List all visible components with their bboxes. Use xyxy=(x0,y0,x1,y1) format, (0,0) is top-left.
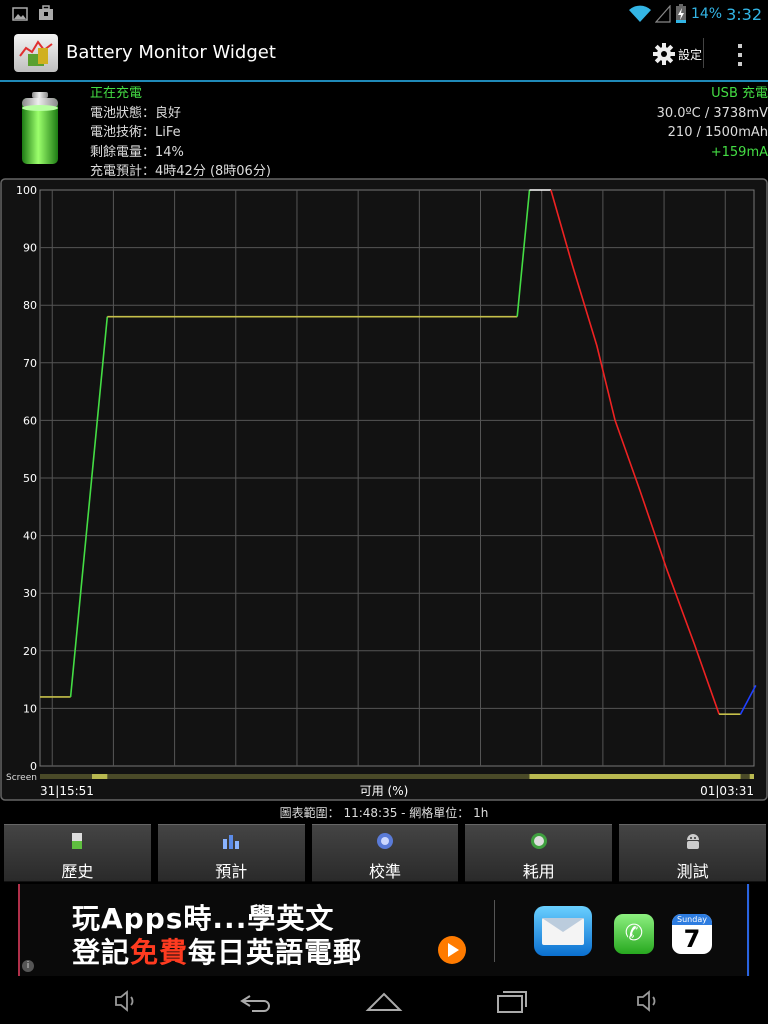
calendar-day: Sunday xyxy=(672,914,712,925)
home-icon[interactable] xyxy=(364,986,404,1016)
action-bar: Battery Monitor Widget 設定 xyxy=(0,28,768,82)
recent-apps-icon[interactable] xyxy=(492,986,532,1016)
y-tick-label: 70 xyxy=(23,357,37,370)
phone-icon: ✆ xyxy=(614,914,654,954)
history-icon xyxy=(72,833,83,849)
usage-icon xyxy=(530,833,547,849)
calendar-number: 7 xyxy=(683,925,701,953)
settings-button[interactable]: 設定 xyxy=(652,36,702,72)
temp-voltage-text: 30.0ºC / 3738mV xyxy=(656,105,768,121)
ad-edge-left xyxy=(18,884,20,976)
battery-history-chart[interactable]: 100 90 80 70 60 50 40 30 20 10 0 Screen 31|15:51 可用 (… xyxy=(0,178,768,802)
battery-status-text: 電池狀態：良好 xyxy=(90,105,182,121)
capacity-text: 210 / 1500mAh xyxy=(667,125,768,140)
y-tick-label: 60 xyxy=(23,414,37,427)
y-tick-label: 40 xyxy=(23,530,37,543)
screen-on-bar xyxy=(749,774,754,779)
x-axis-label: 可用 (%) xyxy=(360,784,409,798)
chart-svg: 1009080706050403020100Screen31|15:51 可用 (… xyxy=(0,178,768,801)
x-start-label: 31|15:51 xyxy=(40,784,94,798)
battery-charging-icon xyxy=(675,4,686,23)
status-bar: 14% 3:32 xyxy=(0,0,768,28)
y-tick-label: 80 xyxy=(23,299,37,312)
usage-button[interactable]: 耗用 xyxy=(465,824,613,882)
history-button[interactable]: 歷史 xyxy=(4,824,151,882)
bottom-nav-buttons: 歷史 預計 校準 耗用 測試 xyxy=(4,824,766,882)
usage-label: 耗用 xyxy=(522,862,555,881)
history-label: 歷史 xyxy=(61,862,94,881)
status-clock: 3:32 xyxy=(726,4,762,24)
play-icon[interactable] xyxy=(438,936,466,964)
current-text: +159mA xyxy=(710,144,768,160)
volume-up-icon[interactable] xyxy=(626,986,666,1016)
calibrate-icon xyxy=(376,833,393,849)
screen-on-bar xyxy=(529,774,741,779)
status-battery-percent: 14% xyxy=(690,6,723,22)
signal-icon xyxy=(654,5,671,23)
x-end-label: 01|03:31 xyxy=(700,784,754,798)
gear-icon xyxy=(652,43,675,65)
wifi-icon xyxy=(628,5,651,22)
charge-source-text: USB 充電 xyxy=(711,86,768,101)
calibrate-button[interactable]: 校準 xyxy=(311,824,459,882)
forecast-label: 預計 xyxy=(215,862,248,881)
forecast-button[interactable]: 預計 xyxy=(157,824,305,882)
y-tick-label: 30 xyxy=(23,587,37,600)
y-tick-label: 10 xyxy=(23,702,37,715)
chart-range-text: 圖表範圍： 11:48:35 - 網格單位： 1h xyxy=(279,806,489,820)
battery-level-icon xyxy=(22,92,58,164)
charge-state-text: 正在充電 xyxy=(90,86,143,101)
mail-icon xyxy=(534,906,592,956)
android-icon xyxy=(686,834,699,849)
back-icon[interactable] xyxy=(236,986,276,1016)
forecast-icon xyxy=(223,835,240,849)
system-nav-bar xyxy=(0,978,768,1024)
app-title: Battery Monitor Widget xyxy=(66,42,276,63)
briefcase-icon xyxy=(39,5,53,20)
battery-info-panel: 正在充電 電池狀態：良好 電池技術：LiFe 剩餘電量：14% 充電預計：4時4… xyxy=(0,82,768,179)
ad-edge-right xyxy=(747,884,749,976)
action-bar-divider xyxy=(703,38,704,68)
y-tick-label: 0 xyxy=(30,760,37,773)
y-tick-label: 90 xyxy=(23,242,37,255)
ad-banner[interactable]: 玩Apps時...學英文 登記免費每日英語電郵 i ✆ Sunday 7 xyxy=(18,884,750,976)
overflow-menu-icon[interactable] xyxy=(736,42,744,66)
test-label: 測試 xyxy=(676,862,709,881)
image-icon xyxy=(12,7,28,21)
ad-divider xyxy=(494,900,495,962)
battery-tech-text: 電池技術：LiFe xyxy=(90,125,181,140)
test-button[interactable]: 測試 xyxy=(619,824,766,882)
settings-label: 設定 xyxy=(677,47,702,62)
app-logo-icon[interactable] xyxy=(14,34,58,72)
calibrate-label: 校準 xyxy=(368,862,401,881)
ad-subline: 登記免費每日英語電郵 xyxy=(72,936,363,969)
screen-on-bar xyxy=(92,774,108,779)
ad-info-icon[interactable]: i xyxy=(22,960,34,972)
remaining-capacity-text: 剩餘電量：14% xyxy=(90,144,184,160)
y-tick-label: 50 xyxy=(23,472,37,485)
screen-label: Screen xyxy=(6,773,37,783)
y-tick-label: 20 xyxy=(23,645,37,658)
volume-down-icon[interactable] xyxy=(104,986,144,1016)
y-tick-label: 100 xyxy=(16,184,37,197)
calendar-icon: Sunday 7 xyxy=(672,914,712,954)
